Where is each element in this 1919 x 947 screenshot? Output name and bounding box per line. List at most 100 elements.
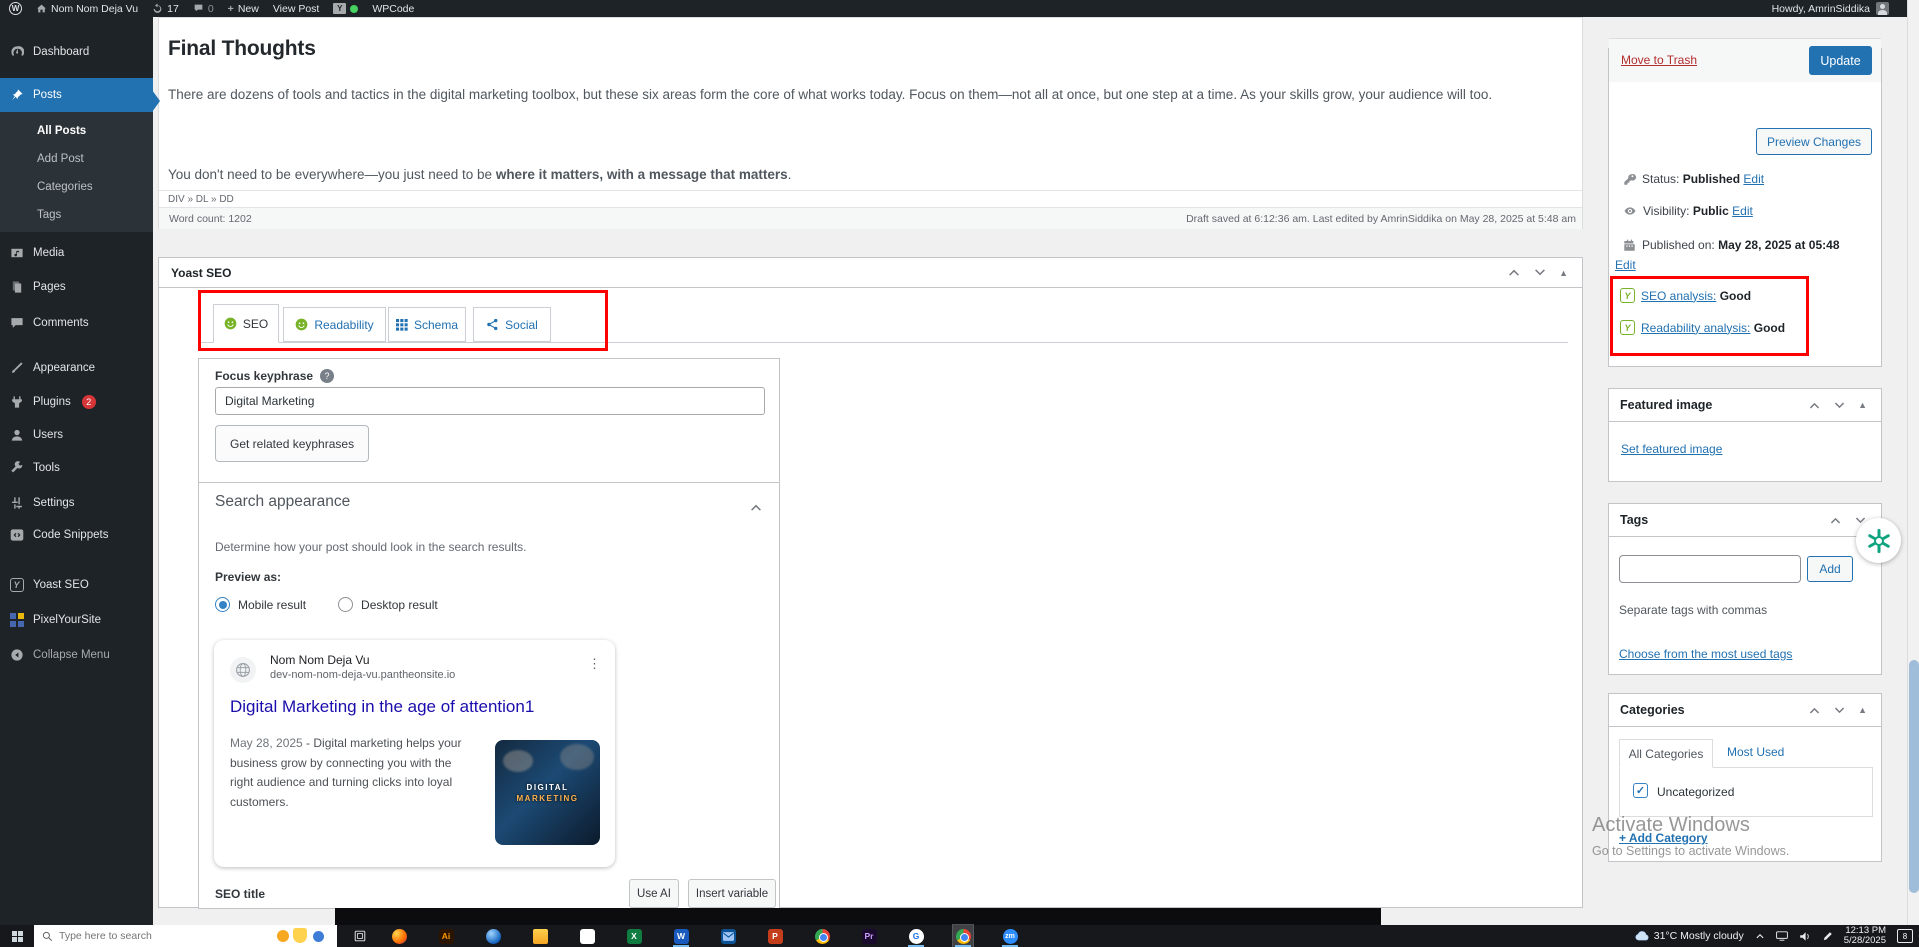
task-view-button[interactable]: [345, 930, 375, 942]
taskbar-app-illustrator[interactable]: Ai: [436, 925, 456, 947]
sidebar-item-media[interactable]: Media: [0, 239, 153, 267]
taskbar-app-word[interactable]: W: [671, 925, 691, 947]
collapse-section-icon[interactable]: [749, 499, 763, 517]
tab-seo[interactable]: SEO: [213, 304, 279, 343]
sidebar-item-yoast-seo[interactable]: Y Yoast SEO: [0, 571, 153, 599]
move-up-icon[interactable]: [1808, 401, 1821, 410]
site-name-menu[interactable]: Nom Nom Deja Vu: [36, 3, 138, 15]
panel-header[interactable]: Categories ▲: [1609, 694, 1881, 727]
collapse-toggle-icon[interactable]: ▲: [1858, 400, 1867, 410]
move-down-icon[interactable]: [1833, 706, 1846, 715]
taskbar-search[interactable]: [34, 925, 337, 947]
new-tag-input[interactable]: [1619, 555, 1801, 583]
sidebar-item-users[interactable]: Users: [0, 421, 153, 449]
submenu-item-add-post[interactable]: Add Post: [0, 146, 153, 172]
readability-analysis-link[interactable]: Readability analysis:: [1641, 321, 1750, 335]
edit-published-link[interactable]: Edit: [1615, 258, 1636, 272]
new-menu[interactable]: + New: [228, 3, 259, 15]
set-featured-image-link[interactable]: Set featured image: [1621, 442, 1722, 456]
kebab-menu-icon[interactable]: ⋮: [588, 656, 601, 672]
taskbar-app-photos[interactable]: [577, 925, 597, 947]
taskbar-app-powerpoint[interactable]: P: [765, 925, 785, 947]
edit-visibility-link[interactable]: Edit: [1732, 204, 1753, 218]
pen-icon[interactable]: [1822, 931, 1833, 942]
submenu-item-tags[interactable]: Tags: [0, 202, 153, 228]
edit-status-link[interactable]: Edit: [1743, 172, 1764, 186]
sidebar-item-comments[interactable]: Comments: [0, 309, 153, 337]
network-icon[interactable]: [1776, 931, 1788, 941]
insert-variable-button[interactable]: Insert variable: [688, 879, 776, 908]
submenu-item-categories[interactable]: Categories: [0, 174, 153, 200]
sidebar-item-collapse-menu[interactable]: Collapse Menu: [0, 641, 153, 669]
preview-title[interactable]: Digital Marketing in the age of attentio…: [230, 697, 534, 717]
seo-analysis-link[interactable]: SEO analysis:: [1641, 289, 1716, 303]
tab-all-categories[interactable]: All Categories: [1619, 739, 1713, 768]
taskbar-app-mail[interactable]: [718, 925, 738, 947]
taskbar-app-google[interactable]: G: [906, 925, 926, 947]
notification-center[interactable]: 8: [1897, 929, 1913, 943]
tab-most-used[interactable]: Most Used: [1727, 745, 1784, 759]
updates-menu[interactable]: 17: [152, 3, 179, 15]
panel-header[interactable]: Tags: [1609, 504, 1881, 537]
tab-readability[interactable]: Readability: [283, 307, 386, 342]
choose-most-used-tags-link[interactable]: Choose from the most used tags: [1619, 647, 1792, 661]
submenu-item-all-posts[interactable]: All Posts: [0, 118, 153, 144]
show-hidden-icons[interactable]: [1755, 932, 1765, 940]
tab-schema[interactable]: Schema: [388, 307, 466, 342]
chatgpt-bubble[interactable]: [1856, 518, 1901, 563]
move-up-icon[interactable]: [1829, 516, 1842, 525]
taskbar-app-chrome[interactable]: [812, 925, 832, 947]
add-tag-button[interactable]: Add: [1807, 556, 1853, 582]
add-category-link[interactable]: + Add Category: [1619, 831, 1708, 845]
update-button[interactable]: Update: [1809, 46, 1872, 75]
wpcode-menu[interactable]: WPCode: [372, 3, 414, 15]
taskbar-app-firefox[interactable]: [389, 925, 409, 947]
weather-widget[interactable]: 31°C Mostly cloudy: [1635, 930, 1744, 942]
move-up-icon[interactable]: [1808, 706, 1821, 715]
taskbar-app-file-explorer[interactable]: [530, 925, 550, 947]
scrollbar-thumb[interactable]: [1909, 660, 1919, 893]
element-path-bar[interactable]: DIV » DL » DD: [159, 190, 1582, 207]
sidebar-item-plugins[interactable]: Plugins 2: [0, 388, 153, 416]
account-menu[interactable]: Howdy, AmrinSiddika: [1772, 2, 1889, 15]
use-ai-button[interactable]: Use AI: [629, 879, 679, 908]
focus-keyphrase-input[interactable]: [215, 387, 765, 415]
view-post-menu[interactable]: View Post: [273, 3, 320, 15]
page-scrollbar[interactable]: [1907, 0, 1919, 925]
taskbar-app-zoom[interactable]: zm: [1000, 925, 1020, 947]
sidebar-item-dashboard[interactable]: Dashboard: [0, 38, 153, 66]
yoast-admin-menu[interactable]: Y: [333, 3, 358, 14]
taskbar-app-sphere[interactable]: [483, 925, 503, 947]
tab-social[interactable]: Social: [473, 307, 551, 342]
move-up-icon[interactable]: [1507, 268, 1521, 277]
taskbar-app-excel[interactable]: X: [624, 925, 644, 947]
sidebar-item-pixelyoursite[interactable]: PixelYourSite: [0, 606, 153, 634]
panel-header[interactable]: Featured image ▲: [1609, 389, 1881, 422]
move-to-trash-link[interactable]: Move to Trash: [1621, 53, 1697, 67]
uncategorized-checkbox[interactable]: ✓: [1633, 783, 1648, 798]
sidebar-item-settings[interactable]: Settings: [0, 489, 153, 517]
comments-menu[interactable]: 0: [193, 3, 214, 15]
sidebar-item-tools[interactable]: Tools: [0, 454, 153, 482]
sidebar-item-appearance[interactable]: Appearance: [0, 354, 153, 382]
move-down-icon[interactable]: [1533, 268, 1547, 277]
collapse-toggle-icon[interactable]: ▲: [1858, 705, 1867, 715]
help-icon[interactable]: ?: [320, 369, 334, 383]
move-down-icon[interactable]: [1833, 401, 1846, 410]
metabox-header[interactable]: Yoast SEO ▲: [159, 258, 1582, 288]
desktop-result-radio[interactable]: [338, 597, 353, 612]
volume-icon[interactable]: [1799, 931, 1811, 942]
taskbar-app-premiere[interactable]: Pr: [859, 925, 879, 947]
taskbar-app-chrome-active[interactable]: [953, 925, 973, 947]
search-input[interactable]: [59, 930, 219, 942]
sidebar-item-pages[interactable]: Pages: [0, 273, 153, 301]
sidebar-item-code-snippets[interactable]: Code Snippets: [0, 521, 153, 549]
get-related-keyphrases-button[interactable]: Get related keyphrases: [215, 425, 369, 462]
mobile-result-radio[interactable]: [215, 597, 230, 612]
start-button[interactable]: [0, 925, 34, 947]
preview-changes-button[interactable]: Preview Changes: [1756, 128, 1872, 155]
wp-logo-menu[interactable]: W: [0, 2, 22, 15]
sidebar-item-posts[interactable]: Posts: [0, 78, 153, 112]
taskbar-clock[interactable]: 12:13 PM 5/28/2025: [1844, 926, 1886, 946]
collapse-toggle-icon[interactable]: ▲: [1559, 268, 1568, 278]
